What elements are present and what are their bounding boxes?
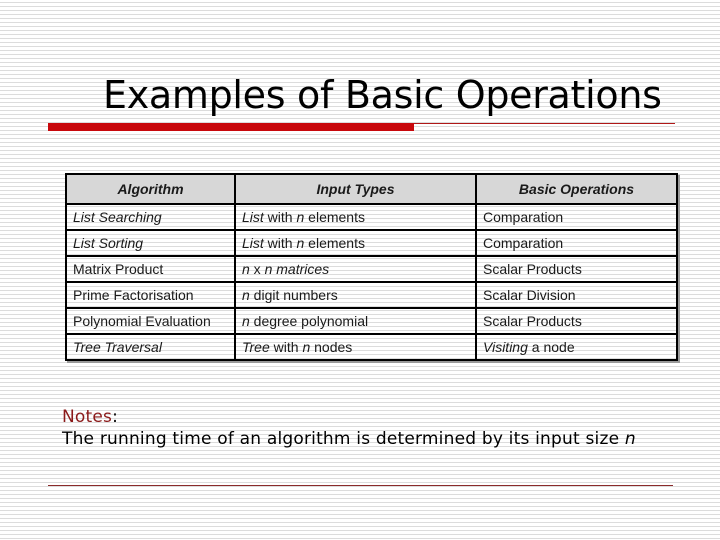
slide-title: Examples of Basic Operations bbox=[103, 73, 662, 117]
table-row: List Sorting List with n elements Comparat… bbox=[65, 229, 678, 257]
text-segment: List bbox=[242, 209, 264, 225]
text-segment: x bbox=[249, 261, 265, 277]
algorithm-name: Polynomial Evaluation bbox=[73, 313, 211, 329]
notes-sentence: The running time of an algorithm is dete… bbox=[62, 429, 625, 449]
text-segment: with bbox=[263, 209, 297, 225]
algorithm-name: Tree Traversal bbox=[73, 339, 162, 355]
text-segment: Comparation bbox=[483, 209, 564, 225]
column-header-basic-operations: Basic Operations bbox=[475, 173, 678, 205]
title-accent-bar bbox=[48, 123, 414, 131]
text-segment: List bbox=[242, 235, 264, 251]
cell-input-type: n degree polynomial bbox=[234, 307, 477, 335]
cell-basic-operation: Comparation bbox=[475, 229, 678, 257]
text-segment: n matrices bbox=[264, 261, 330, 277]
table-header-row: Algorithm Input Types Basic Operations bbox=[65, 173, 678, 205]
notes-variable: n bbox=[624, 429, 636, 449]
cell-input-type: n digit numbers bbox=[234, 281, 477, 309]
cell-basic-operation: Comparation bbox=[475, 203, 678, 231]
basic-operations-table: Algorithm Input Types Basic Operations L… bbox=[65, 173, 678, 361]
algorithm-name: Prime Factorisation bbox=[73, 287, 194, 303]
notes-heading: Notes: bbox=[62, 406, 636, 428]
cell-input-type: List with n elements bbox=[234, 203, 477, 231]
cell-input-type: List with n elements bbox=[234, 229, 477, 257]
cell-algorithm: Matrix Product bbox=[65, 255, 236, 283]
cell-algorithm: Polynomial Evaluation bbox=[65, 307, 236, 335]
algorithm-name: List Searching bbox=[73, 209, 162, 225]
text-segment: degree polynomial bbox=[249, 313, 369, 329]
cell-algorithm: List Searching bbox=[65, 203, 236, 231]
text-segment: Scalar Division bbox=[483, 287, 576, 303]
text-segment: Comparation bbox=[483, 235, 564, 251]
text-segment: elements bbox=[304, 235, 365, 251]
text-segment: Tree bbox=[242, 339, 270, 355]
cell-basic-operation: Scalar Division bbox=[475, 281, 678, 309]
notes-colon: : bbox=[112, 407, 119, 427]
column-header-algorithm: Algorithm bbox=[65, 173, 236, 205]
algorithm-name: Matrix Product bbox=[73, 261, 164, 277]
text-segment: a node bbox=[527, 339, 575, 355]
cell-input-type: Tree with n nodes bbox=[234, 333, 477, 361]
text-segment: n bbox=[242, 261, 250, 277]
table-row: Matrix Product n x n matrices Scalar Produ… bbox=[65, 255, 678, 283]
cell-basic-operation: Visiting a node bbox=[475, 333, 678, 361]
text-segment: Scalar Products bbox=[483, 261, 582, 277]
notes-label: Notes bbox=[62, 407, 113, 427]
algorithm-name: List Sorting bbox=[73, 235, 144, 251]
cell-input-type: n x n matrices bbox=[234, 255, 477, 283]
text-segment: Visiting bbox=[483, 339, 528, 355]
notes-text: The running time of an algorithm is dete… bbox=[62, 428, 636, 450]
cell-algorithm: Prime Factorisation bbox=[65, 281, 236, 309]
text-segment: n bbox=[242, 287, 250, 303]
cell-basic-operation: Scalar Products bbox=[475, 255, 678, 283]
table-row: Polynomial Evaluation n degree polynomial… bbox=[65, 307, 678, 335]
cell-basic-operation: Scalar Products bbox=[475, 307, 678, 335]
text-segment: with bbox=[269, 339, 303, 355]
text-segment: n bbox=[242, 313, 250, 329]
table-row: List Searching List with n elements Compar… bbox=[65, 203, 678, 231]
cell-algorithm: Tree Traversal bbox=[65, 333, 236, 361]
text-segment: Scalar Products bbox=[483, 313, 582, 329]
column-header-input-types: Input Types bbox=[234, 173, 477, 205]
text-segment: nodes bbox=[310, 339, 353, 355]
table-row: Tree Traversal Tree with n nodes Visiting … bbox=[65, 333, 678, 361]
text-segment: elements bbox=[304, 209, 365, 225]
text-segment: with bbox=[263, 235, 297, 251]
bottom-divider bbox=[48, 485, 673, 486]
table-body: List Searching List with n elements Compar… bbox=[65, 203, 678, 361]
cell-algorithm: List Sorting bbox=[65, 229, 236, 257]
table-row: Prime Factorisation n digit numbers Scalar… bbox=[65, 281, 678, 309]
notes-section: Notes: The running time of an algorithm … bbox=[62, 406, 636, 450]
text-segment: digit numbers bbox=[249, 287, 338, 303]
